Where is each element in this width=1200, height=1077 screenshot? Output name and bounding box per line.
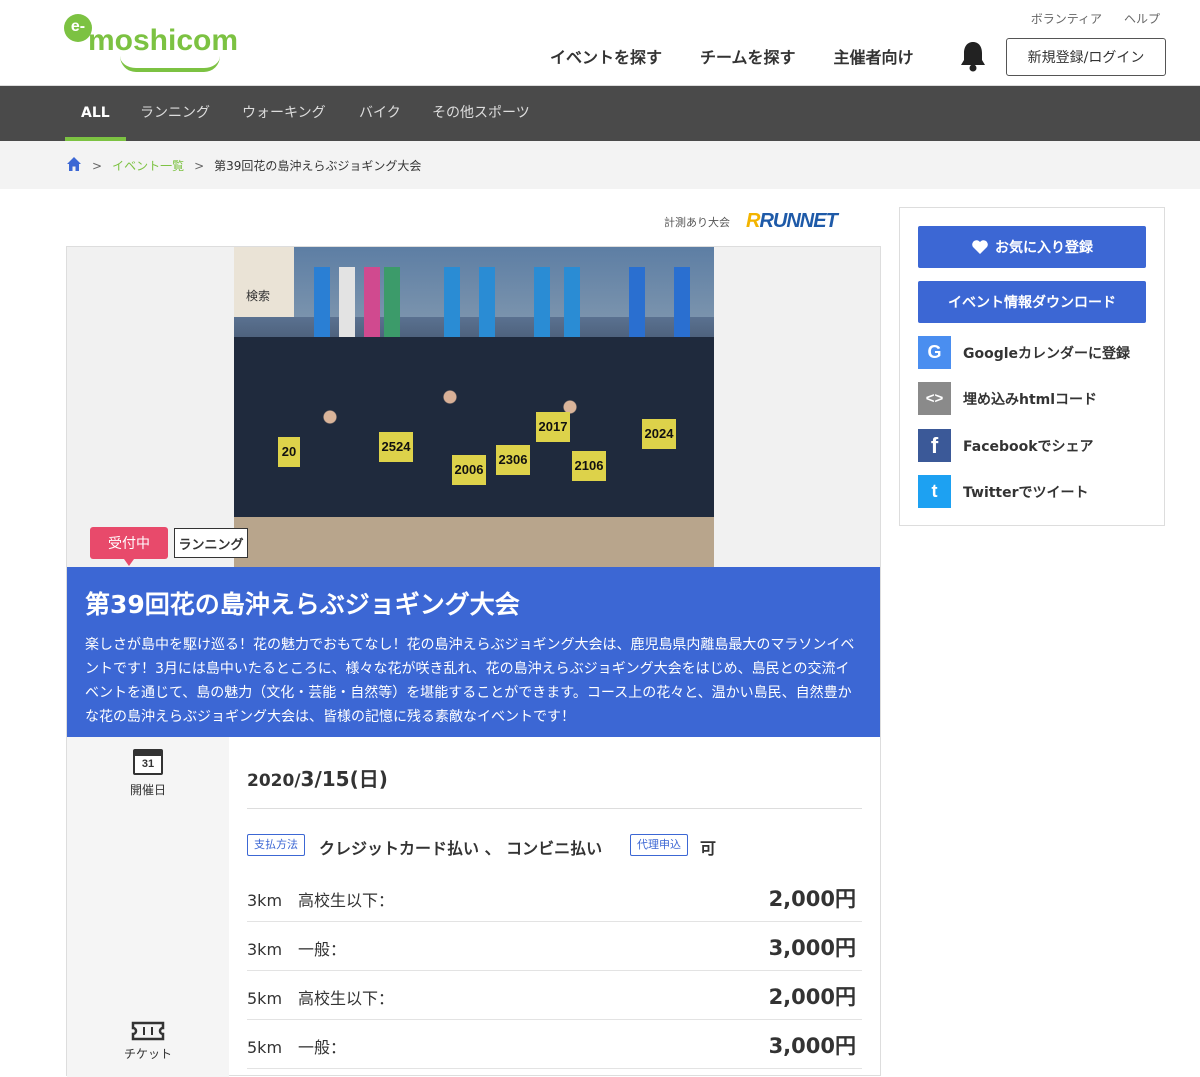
breadcrumb-separator: > (92, 158, 103, 173)
facebook-icon: f (918, 429, 951, 462)
twitter-share-link[interactable]: t Twitterでツイート (918, 475, 1089, 508)
fee-price: 3,000円 (768, 936, 856, 960)
code-icon: <> (918, 382, 951, 415)
facebook-share-link[interactable]: f Facebookでシェア (918, 429, 1094, 462)
fee-price: 2,000円 (768, 985, 856, 1009)
google-icon: G (918, 336, 951, 369)
logo-text: moshicom (88, 24, 239, 57)
favorite-button[interactable]: お気に入り登録 (918, 226, 1146, 268)
runnet-logo[interactable]: RRUNNET (746, 210, 838, 233)
fee-label: 3km 一般： (247, 940, 347, 959)
fee-price: 2,000円 (768, 887, 856, 911)
proxy-application-value: 可 (700, 839, 717, 858)
bell-icon[interactable] (958, 40, 988, 72)
runnet-row: 計測あり大会 RRUNNET (664, 210, 838, 233)
proxy-application-tag: 代理申込 (630, 834, 688, 856)
side-panel: お気に入り登録 イベント情報ダウンロード G Googleカレンダーに登録 <>… (899, 207, 1165, 526)
google-calendar-link[interactable]: G Googleカレンダーに登録 (918, 336, 1130, 369)
tab-bike[interactable]: バイク (359, 86, 401, 141)
fee-row: 5km 一般： 3,000円 (247, 1020, 862, 1069)
tab-other-sports[interactable]: その他スポーツ (432, 86, 530, 141)
event-card: 検索 2524 2006 2306 2106 2017 2024 20 受付中 … (66, 246, 881, 1077)
date-label: 開催日 (129, 783, 166, 797)
site-logo[interactable]: e- moshicom (64, 12, 244, 72)
event-description: 楽しさが島中を駆け巡る！花の魅力でおもてなし！花の島沖えらぶジョギング大会は、鹿… (85, 637, 855, 725)
top-links: ボランティア ヘルプ (1031, 10, 1160, 27)
timed-event-label: 計測あり大会 (664, 215, 730, 229)
nav-find-team[interactable]: チームを探す (700, 44, 796, 68)
fee-label: 3km 高校生以下： (247, 891, 395, 910)
nav-organizer[interactable]: 主催者向け (834, 44, 914, 68)
category-bar: ALL ランニング ウォーキング バイク その他スポーツ (0, 86, 1200, 141)
calendar-icon: 31 (133, 749, 163, 775)
fee-label: 5km 高校生以下： (247, 989, 395, 1008)
category-badge: ランニング (174, 528, 248, 558)
breadcrumb-current: 第39回花の島沖えらぶジョギング大会 (214, 159, 422, 173)
fee-row: 3km 一般： 3,000円 (247, 922, 862, 971)
site-header: e- moshicom ボランティア ヘルプ イベントを探す チームを探す 主催… (0, 0, 1200, 86)
breadcrumb-bar: > イベント一覧 > 第39回花の島沖えらぶジョギング大会 (0, 141, 1200, 189)
status-badge: 受付中 (90, 527, 168, 566)
fee-row: 5km 高校生以下： 2,000円 (247, 971, 862, 1020)
event-date: 2020/3/15(日) (247, 767, 388, 791)
payment-method-tag: 支払方法 (247, 834, 305, 856)
breadcrumb-separator: > (194, 158, 205, 173)
login-button[interactable]: 新規登録/ログイン (1006, 38, 1166, 76)
date-row: 31 開催日 2020/3/15(日) (67, 737, 880, 809)
event-title: 第39回花の島沖えらぶジョギング大会 (85, 590, 520, 619)
photo-sign: 検索 (234, 247, 294, 317)
tab-running[interactable]: ランニング (140, 86, 210, 141)
download-button[interactable]: イベント情報ダウンロード (918, 281, 1146, 323)
twitter-icon: t (918, 475, 951, 508)
fee-label: 5km 一般： (247, 1038, 347, 1057)
event-photo: 検索 2524 2006 2306 2106 2017 2024 20 (234, 247, 714, 567)
fee-row: 3km 高校生以下： 2,000円 (247, 873, 862, 922)
heart-icon (972, 240, 988, 254)
payment-methods: クレジットカード払い 、 コンビニ払い (319, 839, 603, 858)
ticket-row: チケット 支払方法 クレジットカード払い 、 コンビニ払い 代理申込 可 3km… (67, 809, 880, 1077)
home-icon[interactable] (66, 156, 82, 175)
volunteer-link[interactable]: ボランティア (1031, 10, 1102, 27)
ticket-label: チケット (123, 1047, 172, 1061)
logo-smile (120, 56, 220, 72)
fee-price: 3,000円 (768, 1034, 856, 1058)
embed-html-link[interactable]: <> 埋め込みhtmlコード (918, 382, 1097, 415)
breadcrumb-event-list[interactable]: イベント一覧 (112, 157, 184, 174)
help-link[interactable]: ヘルプ (1124, 10, 1160, 27)
event-title-block: 第39回花の島沖えらぶジョギング大会 楽しさが島中を駆け巡る！花の魅力でおもてな… (67, 567, 880, 737)
nav-find-event[interactable]: イベントを探す (550, 44, 662, 68)
breadcrumb: > イベント一覧 > 第39回花の島沖えらぶジョギング大会 (66, 156, 421, 175)
tab-all[interactable]: ALL (65, 86, 126, 141)
tab-walking[interactable]: ウォーキング (242, 86, 326, 141)
ticket-icon (131, 1021, 165, 1045)
main-nav: イベントを探す チームを探す 主催者向け (550, 44, 914, 68)
